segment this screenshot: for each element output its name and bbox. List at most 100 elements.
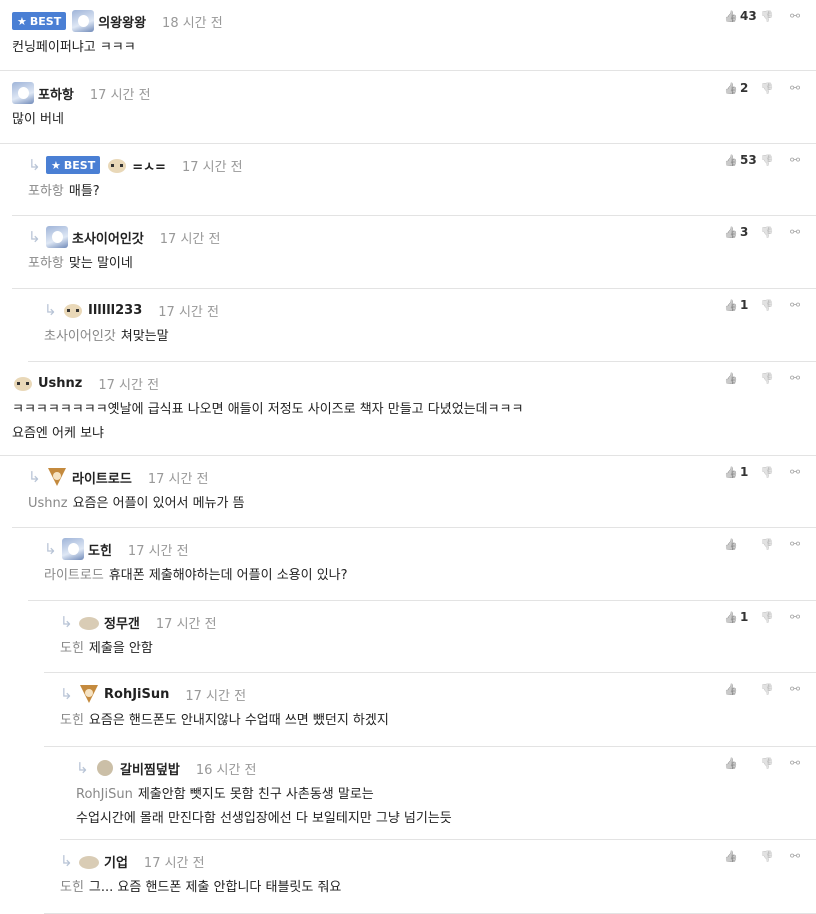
comment-item: ↳ RohJiSun 17 시간 전 도힌 요즘은 핸드폰도 안내지않나 수업때 쓰면 … xyxy=(44,673,816,747)
link-button[interactable]: ⚯ xyxy=(788,610,804,624)
nickname[interactable]: 갈비찜덮밥 xyxy=(120,759,180,778)
nickname[interactable]: 초사이어인갓 xyxy=(72,228,144,247)
link-button[interactable]: ⚯ xyxy=(788,298,804,312)
avatar[interactable] xyxy=(62,299,84,321)
nickname[interactable]: =ㅅ= xyxy=(132,156,166,175)
comment-text: 요즘은 어플이 있어서 메뉴가 뜸 xyxy=(72,496,245,511)
upvote-button[interactable]: 👍 xyxy=(724,757,760,770)
link-button[interactable]: ⚯ xyxy=(788,153,804,167)
downvote-button[interactable]: 👎 xyxy=(760,757,788,770)
nickname[interactable]: Ushnz xyxy=(38,376,82,391)
upvote-button[interactable]: 👍 53 xyxy=(724,153,760,167)
avatar[interactable] xyxy=(78,683,100,705)
comment-body: RohJiSun 제출안함 뺏지도 못함 친구 사촌동생 말로는 수업시간에 몰래 … xyxy=(76,783,452,831)
avatar[interactable] xyxy=(12,372,34,394)
upvote-button[interactable]: 👍 xyxy=(724,372,760,385)
link-button[interactable]: ⚯ xyxy=(788,756,804,770)
avatar[interactable] xyxy=(46,226,68,248)
mention[interactable]: 도힌 xyxy=(60,880,84,895)
comment-header: ↳ 초사이어인갓 17 시간 전 xyxy=(28,226,220,248)
link-button[interactable]: ⚯ xyxy=(788,682,804,696)
reply-arrow-icon: ↳ xyxy=(28,156,41,174)
mention[interactable]: 초사이어인갓 xyxy=(44,329,116,344)
comment-actions: 👍 2 👎 ⚯ xyxy=(724,81,804,95)
nickname[interactable]: 정무갠 xyxy=(104,613,140,632)
avatar[interactable] xyxy=(46,466,68,488)
link-icon: ⚯ xyxy=(789,465,801,479)
link-button[interactable]: ⚯ xyxy=(788,9,804,23)
nickname[interactable]: Illlll233 xyxy=(88,303,142,318)
downvote-button[interactable]: 👎 xyxy=(760,683,788,696)
timestamp: 17 시간 전 xyxy=(98,377,160,393)
comment-body: 컨닝페이퍼냐고 ㅋㅋㅋ xyxy=(12,36,136,60)
avatar[interactable] xyxy=(78,850,100,872)
upvote-button[interactable]: 👍 2 xyxy=(724,81,760,95)
downvote-button[interactable]: 👎 xyxy=(760,372,788,385)
upvote-button[interactable]: 👍 43 xyxy=(724,9,760,23)
upvote-button[interactable]: 👍 xyxy=(724,683,760,696)
link-button[interactable]: ⚯ xyxy=(788,371,804,385)
avatar[interactable] xyxy=(78,611,100,633)
downvote-button[interactable]: 👎 xyxy=(760,154,788,167)
mention[interactable]: 포하항 xyxy=(28,256,64,271)
comment-line: 포하항 매틀? xyxy=(28,180,100,204)
upvote-button[interactable]: 👍 1 xyxy=(724,465,760,479)
comment-actions: 👍 👎 ⚯ xyxy=(724,756,804,770)
link-icon: ⚯ xyxy=(789,153,801,167)
upvote-button[interactable]: 👍 3 xyxy=(724,225,760,239)
link-button[interactable]: ⚯ xyxy=(788,225,804,239)
best-badge: ★ BEST xyxy=(12,12,67,30)
nickname[interactable]: RohJiSun xyxy=(104,687,169,702)
downvote-button[interactable]: 👎 xyxy=(760,850,788,863)
nickname[interactable]: 포하항 xyxy=(38,84,74,103)
avatar[interactable] xyxy=(12,82,34,104)
timestamp: 18 시간 전 xyxy=(162,15,223,31)
best-badge: ★ BEST xyxy=(46,156,101,174)
reply-arrow-icon: ↳ xyxy=(44,301,57,319)
downvote-button[interactable]: 👎 xyxy=(760,466,788,479)
link-button[interactable]: ⚯ xyxy=(788,81,804,95)
upvote-button[interactable]: 👍 xyxy=(724,538,760,551)
mention[interactable]: 포하항 xyxy=(28,184,64,199)
downvote-button[interactable]: 👎 xyxy=(760,82,788,95)
downvote-button[interactable]: 👎 xyxy=(760,611,788,624)
nickname[interactable]: 도힌 xyxy=(88,540,112,559)
avatar[interactable] xyxy=(106,154,129,176)
link-button[interactable]: ⚯ xyxy=(788,849,804,863)
mention[interactable]: 라이트로드 xyxy=(44,568,104,583)
comment-line: Ushnz 요즘은 어플이 있어서 메뉴가 뜸 xyxy=(28,492,245,516)
mention[interactable]: RohJiSun xyxy=(76,787,133,802)
downvote-button[interactable]: 👎 xyxy=(760,299,788,312)
comment-text: 많이 버네 xyxy=(12,112,64,127)
nickname[interactable]: 의왕왕왕 xyxy=(98,12,146,31)
mention[interactable]: 도힌 xyxy=(60,641,84,656)
mention[interactable]: Ushnz xyxy=(28,496,68,511)
link-button[interactable]: ⚯ xyxy=(788,465,804,479)
comment-text: 쳐맞는말 xyxy=(120,329,169,344)
upvote-button[interactable]: 👍 xyxy=(724,850,760,863)
comment-actions: 👍 43 👎 ⚯ xyxy=(724,9,804,23)
thumbs-down-icon: 👎 xyxy=(760,465,774,479)
comment-text: 요즘엔 어케 보냐 xyxy=(12,426,104,441)
mention[interactable]: 도힌 xyxy=(60,713,84,728)
upvote-button[interactable]: 👍 1 xyxy=(724,298,760,312)
comment-actions: 👍 1 👎 ⚯ xyxy=(724,610,804,624)
timestamp: 17 시간 전 xyxy=(158,304,219,320)
nickname[interactable]: 기업 xyxy=(104,852,128,871)
comment-header: ↳ 기업 17 시간 전 xyxy=(60,850,205,872)
comment-actions: 👍 3 👎 ⚯ xyxy=(724,225,804,239)
downvote-button[interactable]: 👎 xyxy=(760,538,788,551)
avatar[interactable] xyxy=(72,10,95,32)
downvote-button[interactable]: 👎 xyxy=(760,226,788,239)
comment-body: 도힌 그... 요즘 핸드폰 제출 안합니다 태블릿도 줘요 xyxy=(60,876,341,900)
link-button[interactable]: ⚯ xyxy=(788,537,804,551)
comment-item: ★ BEST 의왕왕왕 18 시간 전컨닝페이퍼냐고 ㅋㅋㅋ 👍 43 👎 ⚯ xyxy=(0,0,816,71)
comment-line: 컨닝페이퍼냐고 ㅋㅋㅋ xyxy=(12,36,136,60)
avatar[interactable] xyxy=(62,538,84,560)
comment-header: ↳ Illlll233 17 시간 전 xyxy=(44,299,219,321)
upvote-button[interactable]: 👍 1 xyxy=(724,610,760,624)
avatar[interactable] xyxy=(94,757,116,779)
comment-header: ↳ 갈비찜덮밥 16 시간 전 xyxy=(76,757,257,779)
nickname[interactable]: 라이트로드 xyxy=(72,468,132,487)
downvote-button[interactable]: 👎 xyxy=(760,10,788,23)
